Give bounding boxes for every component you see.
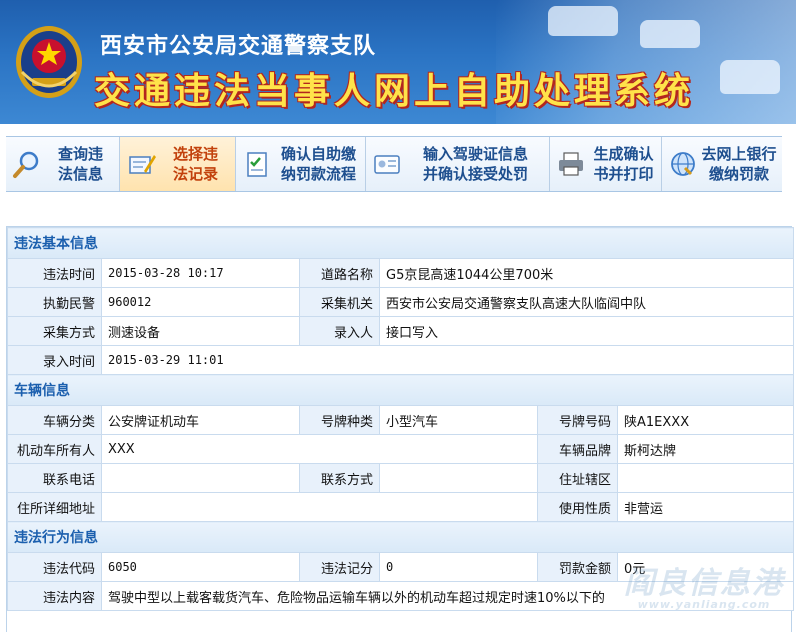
violation-content-value: 驾驶中型以上载客载货汽车、危险物品运输车辆以外的机动车超过规定时速10%以下的 [100,581,795,611]
table-row: 联系电话 联系方式 住址辖区 [7,463,795,493]
bank-globe-icon [671,152,695,176]
step-confirm-process[interactable]: 确认自助缴纳罚款流程 [236,137,366,191]
section-header-row: 车辆信息 [6,374,795,406]
violation-time-value: 2015-03-28 10:17 [101,258,300,288]
field-label: 罚款金额 [537,552,618,582]
vehicle-category-value: 公安牌证机动车 [101,405,300,435]
field-label: 道路名称 [299,258,380,288]
step-label-line1: 查询违 [57,145,103,163]
field-label: 违法内容 [7,581,102,611]
field-label: 使用性质 [537,492,618,522]
entered-by-value: 接口写入 [378,316,795,346]
section-header-row: 违法行为信息 [6,521,795,553]
org-title: 西安市公安局交通警察支队 [100,34,377,59]
step-query-violation[interactable]: 查询违 法信息 [6,137,120,191]
table-row: 违法内容 驾驶中型以上载客载货汽车、危险物品运输车辆以外的机动车超过规定时速10… [7,581,795,611]
field-label: 住址辖区 [537,463,618,493]
system-title: 交通违法当事人网上自助处理系统 [94,70,695,112]
header-banner: 西安市公安局交通警察支队 交通违法当事人网上自助处理系统 [0,0,796,124]
road-name-value: G5京昆高速1044公里700米 [378,258,795,288]
field-label: 住所详细地址 [7,492,102,522]
field-label: 车辆品牌 [537,434,618,464]
field-label: 车辆分类 [7,405,102,435]
field-label: 违法记分 [299,552,380,582]
step-label-line2: 缴纳罚款 [708,165,769,183]
step-label-line1: 生成确认 [593,145,654,163]
penalty-points-value: 0 [379,552,538,582]
step-online-bank-payment[interactable]: 去网上银行 缴纳罚款 [662,137,780,191]
field-label: 录入人 [299,316,380,346]
section-header-row: 违法基本信息 [6,227,795,259]
officer-id-value: 960012 [101,287,300,317]
step-label-line2: 纳罚款流程 [280,165,356,183]
fine-amount-value: 0元 [616,552,795,582]
police-emblem-icon [16,26,82,98]
table-row: 录入时间 2015-03-29 11:01 [7,345,795,375]
usage-nature-value: 非营运 [616,492,795,522]
field-label: 违法代码 [7,552,102,582]
contact-method-value [379,463,538,493]
vehicle-brand-value: 斯柯达牌 [616,434,795,464]
step-label-line1: 选择违 [172,145,218,163]
printer-icon [559,152,583,176]
table-row: 机动车所有人 XXX 车辆品牌 斯柯达牌 [7,434,795,464]
process-steps-nav: 查询违法信息 选择违法记录 确认自助缴纳罚款流程 输入驾驶证信息 并确认接受处罚 [6,136,782,192]
violation-detail-panel: 违法基本信息 违法时间 2015-03-28 10:17 道路名称 G5京昆高速… [6,226,795,632]
section-title-behavior: 违法行为信息 [6,521,795,553]
table-row: 违法代码 6050 违法记分 0 罚款金额 0元 [7,552,795,582]
step-label-line1: 确认自助缴 [280,145,356,163]
banner-car-decoration [640,20,700,48]
field-label: 采集方式 [7,316,102,346]
select-record-icon [129,155,156,174]
collection-method-value: 测速设备 [101,316,300,346]
section-title-violation-basic: 违法基本信息 [6,227,795,259]
step-enter-license[interactable]: 输入驾驶证信息 并确认接受处罚 [366,137,550,191]
table-row: 采集方式 测速设备 录入人 接口写入 [7,316,795,346]
step-select-record[interactable]: 选择违 法记录 [120,137,236,191]
license-icon [374,155,400,174]
section-title-vehicle: 车辆信息 [6,374,795,406]
step-label-line1: 去网上银行 [701,145,777,163]
vehicle-owner-value: XXX [101,434,538,464]
field-label: 联系方式 [299,463,380,493]
address-district-value [616,463,795,493]
entry-time-value: 2015-03-29 11:01 [100,345,795,375]
plate-number-value: 陕A1EXXX [616,405,795,435]
field-label: 违法时间 [7,258,102,288]
table-row: 违法时间 2015-03-28 10:17 道路名称 G5京昆高速1044公里7… [7,258,795,288]
plate-type-value: 小型汽车 [379,405,538,435]
field-label: 号牌号码 [537,405,618,435]
collection-agency-value: 西安市公安局交通警察支队高速大队临阎中队 [378,287,795,317]
field-label: 联系电话 [7,463,102,493]
step-label-line2: 书并打印 [593,165,654,183]
step-label-line2: 法信息 [57,165,103,183]
step-label-line1: 输入驾驶证信息 [422,145,528,163]
contact-phone-value [101,463,300,493]
field-label: 采集机关 [299,287,380,317]
field-label: 录入时间 [7,345,102,375]
detailed-address-value [101,492,538,522]
checklist-icon [247,152,267,177]
field-label: 号牌种类 [299,405,380,435]
table-row: 执勤民警 960012 采集机关 西安市公安局交通警察支队高速大队临阎中队 [7,287,795,317]
banner-car-decoration [720,60,780,94]
step-print-confirmation[interactable]: 生成确认 书并打印 [550,137,662,191]
banner-car-decoration [548,6,618,36]
field-label: 执勤民警 [7,287,102,317]
table-row: 车辆分类 公安牌证机动车 号牌种类 小型汽车 号牌号码 陕A1EXXX [7,405,795,435]
violation-code-value: 6050 [101,552,300,582]
magnifier-icon [13,151,39,178]
table-row: 住所详细地址 使用性质 非营运 [7,492,795,522]
step-label-line2: 并确认接受处罚 [422,165,528,183]
step-label-line2: 法记录 [172,165,218,183]
violation-detail-table: 违法基本信息 违法时间 2015-03-28 10:17 道路名称 G5京昆高速… [6,227,795,611]
field-label: 机动车所有人 [7,434,102,464]
